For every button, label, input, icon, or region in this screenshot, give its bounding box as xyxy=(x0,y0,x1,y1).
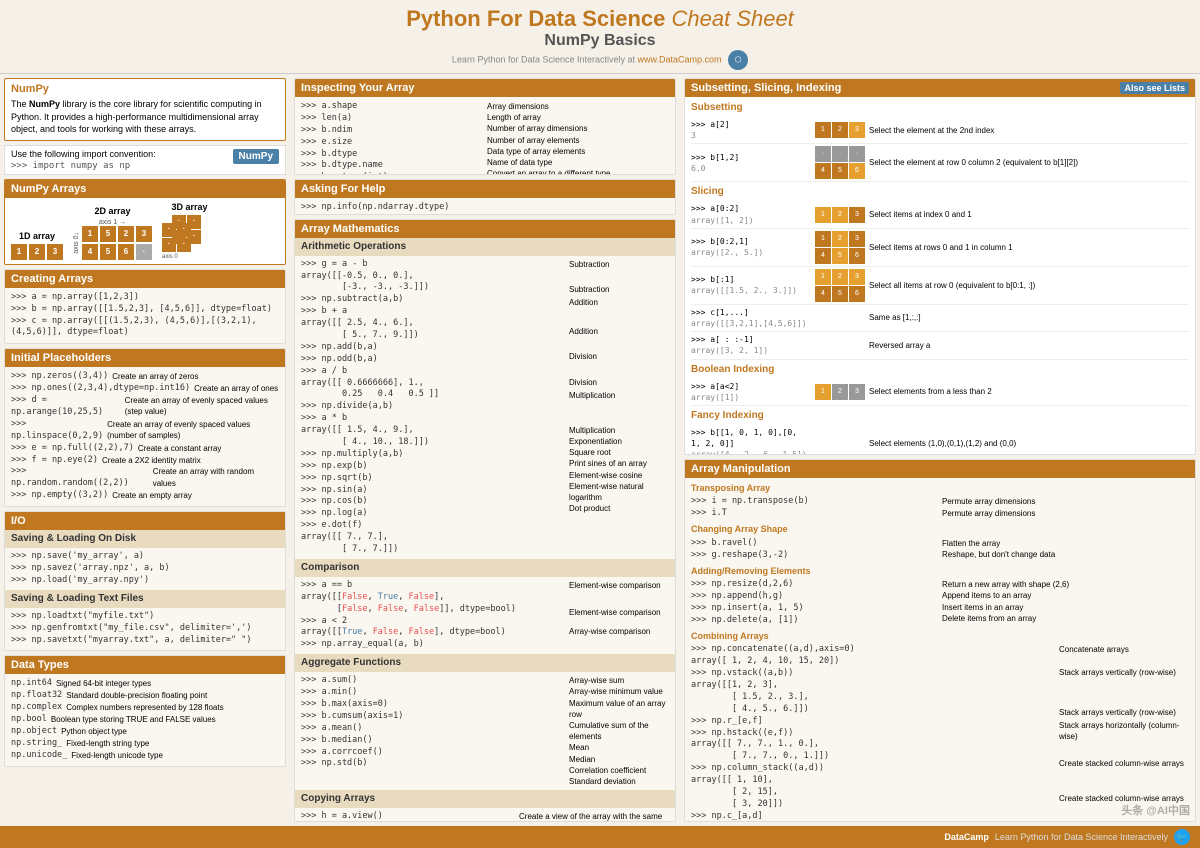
changing-shape-label: Changing Array Shape xyxy=(691,523,1189,536)
placeholder-row-5: >>> e = np.full((2,2),7) Create a consta… xyxy=(11,443,279,455)
import-label: Use the following import convention: Num… xyxy=(11,149,279,159)
left-column: NumPy The NumPy library is the core libr… xyxy=(0,74,290,826)
numpy-body: The NumPy library is the core library fo… xyxy=(11,98,279,136)
array-3d-item: 3D array ·· ·· ·· ·· axis 0 xyxy=(162,202,217,260)
initial-placeholders-section: Initial Placeholders >>> np.zeros((3,4))… xyxy=(4,348,286,507)
data-types-header: Data Types xyxy=(5,656,285,674)
array-2d-label: 2D array xyxy=(73,206,152,216)
asking-help-body: >>> np.info(np.ndarray.dtype) xyxy=(295,198,675,214)
array-math-header: Array Mathematics xyxy=(295,220,675,238)
array-1d-item: 1D array 123 xyxy=(11,231,63,260)
creating-code-2: >>> b = np.array([[1.5,2,3], [4,5,6]], d… xyxy=(11,304,279,316)
subtitle: NumPy Basics xyxy=(0,32,1200,50)
bool-row-1: >>> a[a<2]array([1]) 123 Select elements… xyxy=(691,379,1189,406)
array-math-section: Array Mathematics Arithmetic Operations … xyxy=(294,219,676,822)
import-box: Use the following import convention: Num… xyxy=(4,145,286,175)
right-column: Subsetting, Slicing, Indexing Also see L… xyxy=(680,74,1200,826)
creating-arrays-section: Creating Arrays >>> a = np.array([1,2,3]… xyxy=(4,269,286,345)
footer: DataCamp Learn Python for Data Science I… xyxy=(0,826,1200,848)
numpy-intro-section: NumPy The NumPy library is the core libr… xyxy=(4,78,286,141)
saving-disk-header: Saving & Loading On Disk xyxy=(5,530,285,548)
numpy-arrays-section: NumPy Arrays 1D array 123 2D array axis … xyxy=(4,179,286,265)
array-2d-item: 2D array axis 1 → axis 0↓ 1523 456· xyxy=(73,206,152,260)
data-types-section: Data Types np.int64 Signed 64-bit intege… xyxy=(4,655,286,766)
boolean-indexing-label: Boolean Indexing xyxy=(691,363,1189,377)
middle-column: Inspecting Your Array >>> a.shape >>> le… xyxy=(290,74,680,826)
placeholder-row-3: >>> d = np.arange(10,25,5) Create an arr… xyxy=(11,395,279,419)
main-title: Python For Data Science Cheat Sheet xyxy=(0,6,1200,32)
aggregate-header: Aggregate Functions xyxy=(295,654,675,672)
array-1d-label: 1D array xyxy=(11,231,63,241)
tagline: Learn Python for Data Science Interactiv… xyxy=(0,50,1200,70)
inspecting-section: Inspecting Your Array >>> a.shape >>> le… xyxy=(294,78,676,175)
save-code-3: >>> np.load('my_array.npy') xyxy=(11,575,279,587)
subset-row-2: >>> b[1,2]6.0 ··· 456 Select the element… xyxy=(691,144,1189,182)
numpy-arrays-header: NumPy Arrays xyxy=(5,180,285,198)
header: Python For Data Science Cheat Sheet NumP… xyxy=(0,0,1200,74)
creating-code-3: >>> c = np.array([[(1.5,2,3), (4,5,6)],[… xyxy=(11,316,279,340)
data-types-body: np.int64 Signed 64-bit integer types np.… xyxy=(5,674,285,765)
adding-removing-label: Adding/Removing Elements xyxy=(691,565,1189,578)
arithmetic-header: Arithmetic Operations xyxy=(295,238,675,256)
also-see-badge: Also see Lists xyxy=(1120,82,1189,94)
arrays-body: 1D array 123 2D array axis 1 → axis 0↓ 1… xyxy=(5,198,285,264)
array-1d-visual: 123 xyxy=(11,244,63,260)
asking-help-header: Asking For Help xyxy=(295,180,675,198)
combining-arrays-label: Combining Arrays xyxy=(691,630,1189,643)
slice-row-4: >>> c[1,...]array([[3,2,1],[4,5,6]]) Sam… xyxy=(691,305,1189,332)
save-text-1: >>> np.loadtxt("myfile.txt") xyxy=(11,611,279,623)
array-manipulation-section: Array Manipulation Transposing Array >>>… xyxy=(684,459,1196,822)
array-manipulation-header: Array Manipulation xyxy=(685,460,1195,478)
fancy-row-1: >>> b[[1, 0, 1, 0],[0, 1, 2, 0]]array([4… xyxy=(691,425,1189,455)
subsetting-section: Subsetting, Slicing, Indexing Also see L… xyxy=(684,78,1196,455)
initial-placeholders-header: Initial Placeholders xyxy=(5,349,285,367)
slice-row-1: >>> a[0:2]array([1, 2]) 123 Select items… xyxy=(691,201,1189,228)
save-text-2: >>> np.genfromtxt("my_file.csv", delimit… xyxy=(11,623,279,635)
creating-arrays-body: >>> a = np.array([1,2,3]) >>> b = np.arr… xyxy=(5,288,285,344)
initial-placeholders-body: >>> np.zeros((3,4)) Create an array of z… xyxy=(5,367,285,506)
comparison-header: Comparison xyxy=(295,559,675,577)
slicing-label: Slicing xyxy=(691,185,1189,199)
footer-brand: DataCamp xyxy=(944,832,989,842)
subsetting-header: Subsetting, Slicing, Indexing Also see L… xyxy=(685,79,1195,97)
twitter-icon[interactable]: 🐦 xyxy=(1174,829,1190,845)
creating-code-1: >>> a = np.array([1,2,3]) xyxy=(11,292,279,304)
fancy-indexing-label: Fancy Indexing xyxy=(691,409,1189,423)
subsetting-label: Subsetting xyxy=(691,101,1189,115)
array-3d-label: 3D array xyxy=(162,202,217,212)
asking-help-section: Asking For Help >>> np.info(np.ndarray.d… xyxy=(294,179,676,214)
slice-row-3: >>> b[:1]array([[1.5, 2., 3.]]) 123 456 … xyxy=(691,267,1189,305)
array-manipulation-body: Transposing Array >>> i = np.transpose(b… xyxy=(685,478,1195,822)
transposing-label: Transposing Array xyxy=(691,482,1189,495)
save-code-1: >>> np.save('my_array', a) xyxy=(11,551,279,563)
placeholder-row-4: >>> np.linspace(0,2,9) Create an array o… xyxy=(11,419,279,443)
io-header: I/O xyxy=(5,512,285,530)
inspecting-header: Inspecting Your Array xyxy=(295,79,675,97)
placeholder-row-8: >>> np.empty((3,2)) Create an empty arra… xyxy=(11,490,279,502)
placeholder-row-2: >>> np.ones((2,3,4),dtype=np.int16) Crea… xyxy=(11,383,279,395)
placeholder-row-6: >>> f = np.eye(2) Create a 2X2 identity … xyxy=(11,455,279,467)
placeholder-row-7: >>> np.random.random((2,2)) Create an ar… xyxy=(11,466,279,490)
watermark: 头条 @AI中国 xyxy=(1121,802,1190,818)
slice-row-2: >>> b[0:2,1]array([2., 5.]) 123 456 Sele… xyxy=(691,229,1189,267)
creating-arrays-header: Creating Arrays xyxy=(5,270,285,288)
io-body: Saving & Loading On Disk >>> np.save('my… xyxy=(5,530,285,650)
inspecting-body: >>> a.shape >>> len(a) >>> b.ndim >>> e.… xyxy=(295,97,675,175)
slice-row-5: >>> a[ : :-1]array([3, 2, 1]) Reversed a… xyxy=(691,332,1189,359)
placeholder-row-1: >>> np.zeros((3,4)) Create an array of z… xyxy=(11,371,279,383)
subsetting-body: Subsetting >>> a[2]3 123 Select the elem… xyxy=(685,97,1195,455)
copying-header: Copying Arrays xyxy=(295,790,675,808)
io-section: I/O Saving & Loading On Disk >>> np.save… xyxy=(4,511,286,651)
save-code-2: >>> np.savez('array.npz', a, b) xyxy=(11,563,279,575)
numpy-title: NumPy xyxy=(11,83,279,95)
save-text-3: >>> np.savetxt("myarray.txt", a, delimit… xyxy=(11,635,279,647)
numpy-logo: NumPy xyxy=(233,149,279,164)
footer-tagline: Learn Python for Data Science Interactiv… xyxy=(995,832,1168,842)
saving-text-header: Saving & Loading Text Files xyxy=(5,590,285,608)
array-math-body: Arithmetic Operations >>> g = a - b arra… xyxy=(295,238,675,822)
subset-row-1: >>> a[2]3 123 Select the element at the … xyxy=(691,117,1189,144)
